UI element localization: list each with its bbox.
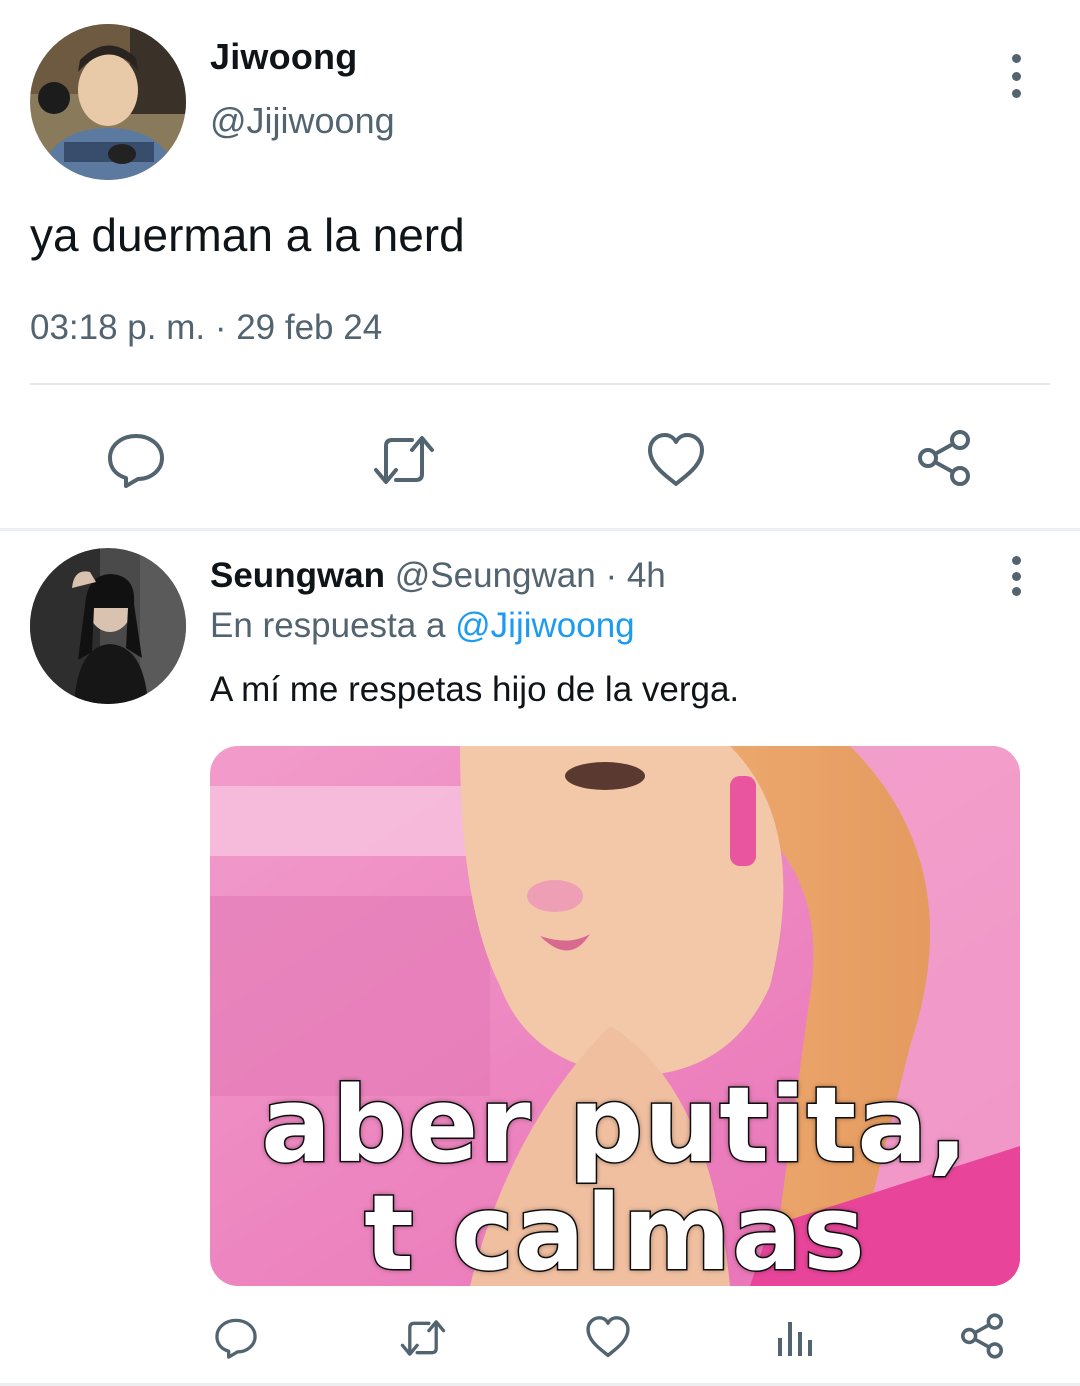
- meme-caption-line-2: t calmas: [363, 1171, 867, 1287]
- avatar-photo: [30, 24, 186, 180]
- replying-to: En respuesta a @Jijiwoong: [210, 606, 635, 646]
- tweet-timestamp: 03:18 p. m. · 29 feb 24: [30, 308, 383, 347]
- separator: ·: [595, 556, 627, 595]
- reply-author-avatar[interactable]: [30, 548, 186, 704]
- tweet-text: ya duerman a la nerd: [30, 209, 465, 261]
- replying-to-label: En respuesta a: [210, 606, 456, 645]
- share-icon[interactable]: [914, 428, 974, 488]
- share-icon[interactable]: [958, 1312, 1006, 1360]
- author-name[interactable]: Jiwoong: [210, 36, 357, 78]
- views-icon[interactable]: [774, 1316, 818, 1360]
- reply-time: 4h: [626, 556, 666, 595]
- dot-icon: [1011, 89, 1021, 98]
- dot-icon: [1011, 556, 1021, 565]
- reply-author-name[interactable]: Seungwan: [210, 556, 385, 595]
- more-options-icon[interactable]: [998, 556, 1034, 596]
- reply-text: A mí me respetas hijo de la verga.: [210, 670, 740, 709]
- more-options-icon[interactable]: [998, 54, 1034, 98]
- dot-icon: [1011, 587, 1021, 596]
- meme-caption-line-1: aber putita,: [260, 1063, 970, 1188]
- divider: [30, 383, 1050, 385]
- retweet-icon[interactable]: [398, 1316, 448, 1360]
- reply-icon[interactable]: [106, 430, 166, 490]
- like-icon[interactable]: [646, 430, 706, 490]
- replying-to-handle[interactable]: @Jijiwoong: [455, 606, 635, 645]
- author-handle[interactable]: @Jijiwoong: [210, 100, 395, 142]
- dot-icon: [1011, 71, 1021, 81]
- section-divider: [0, 528, 1080, 531]
- author-avatar[interactable]: [30, 24, 186, 180]
- reply-icon[interactable]: [214, 1316, 258, 1360]
- dot-icon: [1011, 571, 1021, 581]
- like-icon[interactable]: [584, 1314, 632, 1360]
- reply-header: Seungwan @Seungwan · 4h: [210, 556, 666, 596]
- dot-icon: [1011, 54, 1021, 63]
- reply-media-image[interactable]: aber putita, t calmas: [210, 746, 1020, 1286]
- reply-author-handle[interactable]: @Seungwan: [395, 556, 596, 595]
- avatar-photo: [30, 548, 186, 704]
- retweet-icon[interactable]: [372, 430, 436, 490]
